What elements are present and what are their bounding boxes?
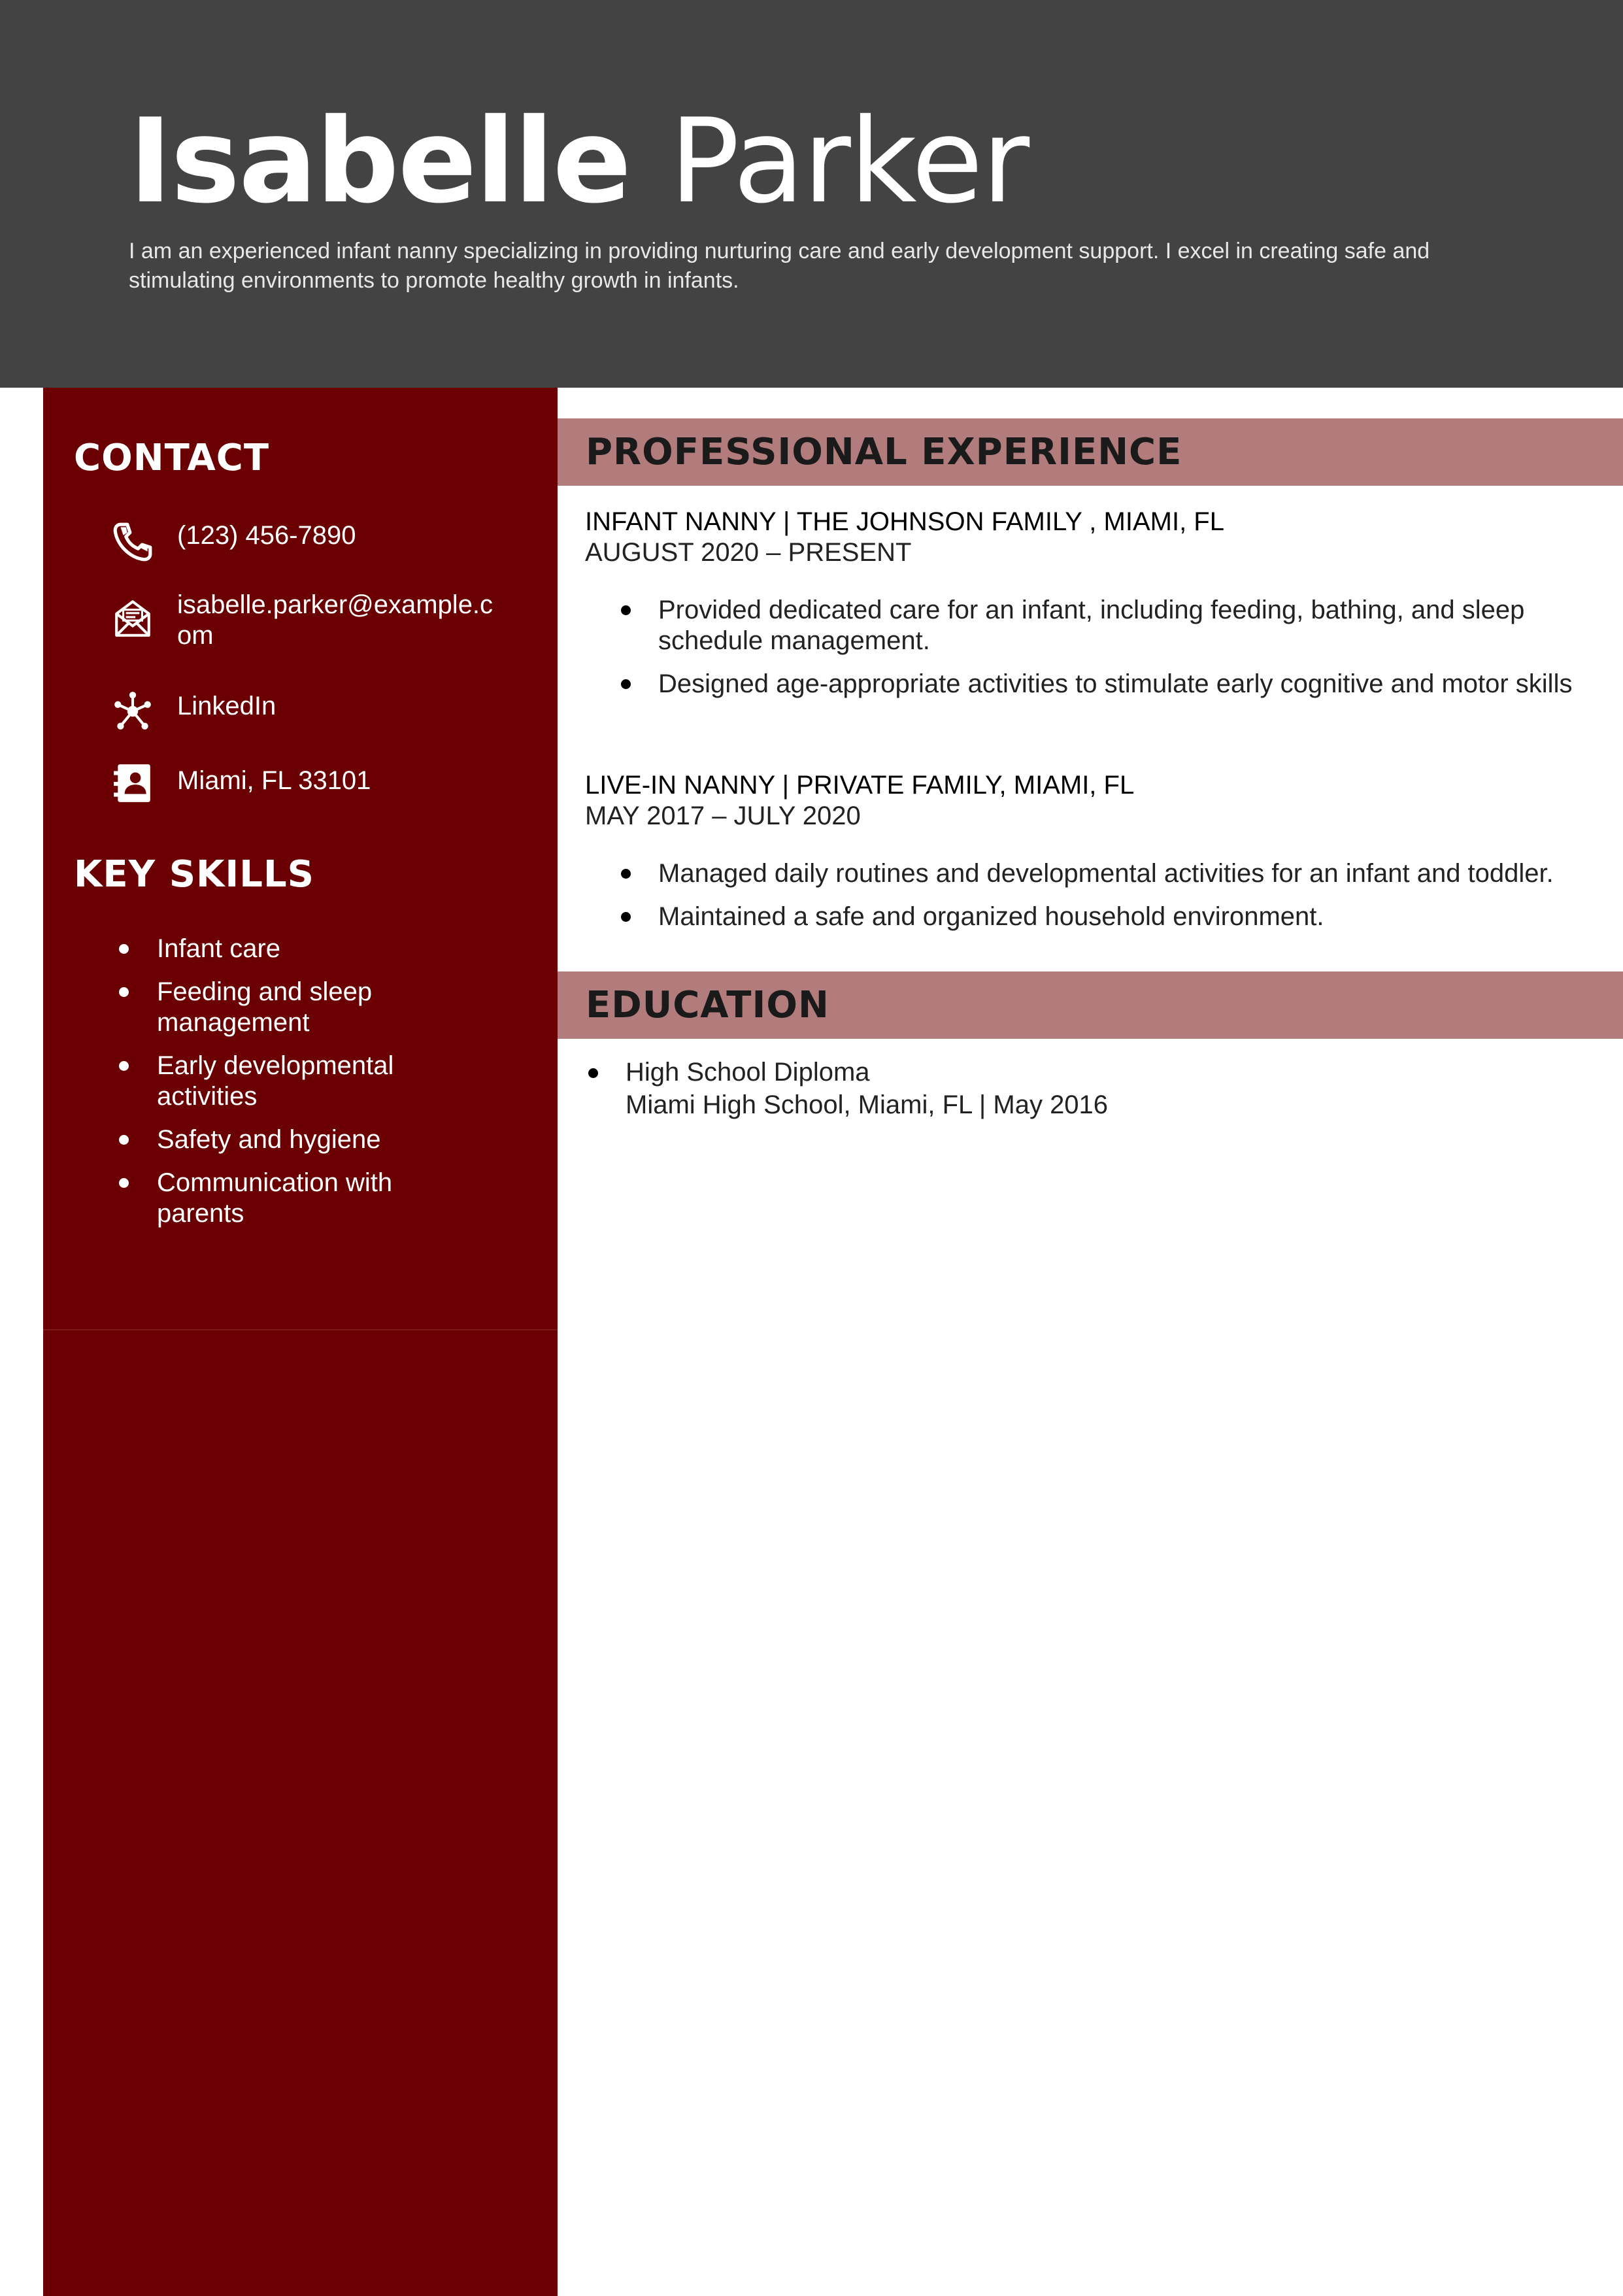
envelope-icon [111,596,154,639]
key-skills-heading: KEY SKILLS [74,853,314,896]
email-address: isabelle.parker@example.com [177,590,494,650]
list-item: Communication with parents [111,1168,405,1229]
job-bullets: Managed daily routines and developmental… [585,858,1592,945]
network-icon [111,690,154,733]
list-item: Provided dedicated care for an infant, i… [585,595,1592,656]
sidebar-divider [43,1329,558,1330]
education-section-bar: EDUCATION [558,971,1623,1039]
list-item: Maintained a safe and organized househol… [585,902,1592,932]
list-item: Managed daily routines and developmental… [585,858,1592,889]
job-dates: MAY 2017 – JULY 2020 [585,802,861,830]
address: Miami, FL 33101 [177,766,371,795]
header-banner: Isabelle Parker I am an experienced infa… [0,0,1623,388]
sidebar [43,388,558,2296]
education-heading: EDUCATION [586,984,829,1026]
profile-summary: I am an experienced infant nanny special… [129,239,1430,293]
contact-heading: CONTACT [74,437,270,479]
list-item: Designed age-appropriate activities to s… [585,669,1592,700]
experience-section-bar: PROFESSIONAL EXPERIENCE [558,418,1623,486]
job-title: LIVE-IN NANNY | PRIVATE FAMILY, MIAMI, F… [585,771,1135,800]
school-details: Miami High School, Miami, FL | May 2016 [626,1090,1109,1119]
skills-list: Infant care Feeding and sleep management… [111,934,503,1241]
linkedin-link[interactable]: LinkedIn [177,691,504,722]
address-card-icon [111,762,154,805]
job-dates: AUGUST 2020 – PRESENT [585,538,912,567]
degree: High School Diploma [626,1058,870,1087]
first-name: Isabelle [129,93,631,229]
list-item: Safety and hygiene [111,1124,503,1155]
candidate-name: Isabelle Parker [129,86,1029,237]
list-item: Feeding and sleep management [111,977,405,1038]
bullet-dot [588,1068,598,1078]
experience-heading: PROFESSIONAL EXPERIENCE [586,431,1182,473]
last-name: Parker [669,93,1029,229]
job-title: INFANT NANNY | THE JOHNSON FAMILY , MIAM… [585,507,1224,536]
list-item: Infant care [111,934,503,964]
list-item: Early developmental activities [111,1051,405,1112]
phone-icon [111,520,154,564]
phone-number: (123) 456-7890 [177,521,356,550]
job-bullets: Provided dedicated care for an infant, i… [585,595,1592,712]
